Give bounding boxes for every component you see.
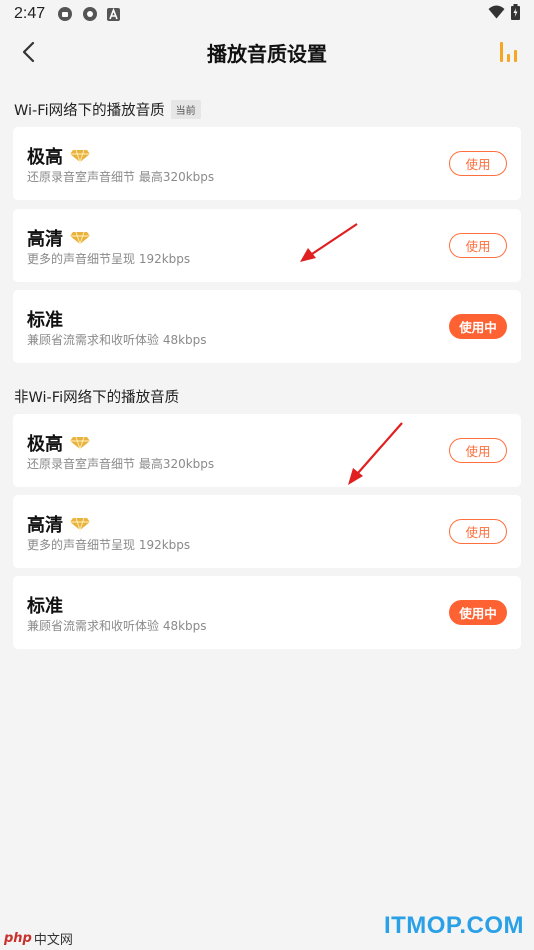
wifi-section-label: Wi-Fi网络下的播放音质 当前 bbox=[14, 99, 201, 120]
watermark-right: ITMOP.COM bbox=[383, 912, 524, 939]
option-name: 标准 bbox=[27, 592, 63, 618]
page-title: 播放音质设置 bbox=[207, 41, 327, 66]
vip-diamond-icon bbox=[69, 231, 91, 245]
option-description: 还原录音室声音细节 最高320kbps bbox=[27, 457, 215, 471]
php-logo: php bbox=[4, 931, 32, 946]
option-name-text: 高清 bbox=[27, 229, 63, 250]
quality-option-wifi-standard[interactable]: 标准 兼顾省流需求和收听体验 48kbps 使用中 bbox=[13, 290, 521, 363]
option-name-text: 标准 bbox=[27, 310, 63, 331]
option-name: 高清 bbox=[27, 225, 91, 251]
quality-option-mobile-high[interactable]: 极高 还原录音室声音细节 最高320kbps 使用 bbox=[13, 414, 521, 487]
option-name-text: 高清 bbox=[27, 515, 63, 536]
status-bar: 2:47 bbox=[0, 0, 534, 28]
vip-diamond-icon bbox=[69, 149, 91, 163]
quality-option-wifi-high[interactable]: 极高 还原录音室声音细节 最高320kbps 使用 bbox=[13, 127, 521, 200]
annotation-arrow-icon bbox=[348, 422, 403, 485]
app-notification-icon bbox=[57, 6, 73, 22]
top-app-bar: 播放音质设置 bbox=[0, 28, 534, 76]
use-button[interactable]: 使用 bbox=[449, 233, 507, 258]
option-description: 还原录音室声音细节 最高320kbps bbox=[27, 170, 215, 184]
quality-option-mobile-standard[interactable]: 标准 兼顾省流需求和收听体验 48kbps 使用中 bbox=[13, 576, 521, 649]
option-description: 兼顾省流需求和收听体验 48kbps bbox=[27, 619, 207, 633]
use-button[interactable]: 使用 bbox=[449, 438, 507, 463]
back-arrow-icon bbox=[22, 41, 35, 63]
use-button[interactable]: 使用 bbox=[449, 151, 507, 176]
vip-diamond-icon bbox=[69, 436, 91, 450]
nonwifi-section-label: 非Wi-Fi网络下的播放音质 bbox=[14, 386, 179, 407]
watermark-left: php 中文网 bbox=[4, 929, 73, 948]
option-name-text: 极高 bbox=[27, 147, 63, 168]
nonwifi-section-title: 非Wi-Fi网络下的播放音质 bbox=[14, 390, 180, 406]
option-name: 极高 bbox=[27, 430, 91, 456]
option-name-text: 极高 bbox=[27, 434, 63, 455]
equalizer-button[interactable] bbox=[494, 38, 522, 66]
equalizer-bar bbox=[513, 50, 517, 62]
back-button[interactable] bbox=[14, 38, 42, 66]
watermark-left-text: 中文网 bbox=[33, 933, 73, 948]
equalizer-icon bbox=[499, 42, 503, 62]
option-name: 极高 bbox=[27, 143, 91, 169]
in-use-button[interactable]: 使用中 bbox=[449, 314, 507, 339]
vip-diamond-icon bbox=[69, 517, 91, 531]
quality-option-mobile-hd[interactable]: 高清 更多的声音细节呈现 192kbps 使用 bbox=[13, 495, 521, 568]
annotation-arrow-icon bbox=[300, 223, 358, 262]
in-use-button[interactable]: 使用中 bbox=[449, 600, 507, 625]
quality-option-wifi-hd[interactable]: 高清 更多的声音细节呈现 192kbps 使用 bbox=[13, 209, 521, 282]
option-name-text: 标准 bbox=[27, 596, 63, 617]
equalizer-bar bbox=[506, 54, 510, 62]
option-name: 高清 bbox=[27, 511, 91, 537]
status-time: 2:47 bbox=[14, 5, 46, 22]
shutter-notification-icon bbox=[82, 6, 98, 22]
wifi-section-title: Wi-Fi网络下的播放音质 bbox=[14, 103, 165, 119]
battery-icon bbox=[511, 4, 520, 24]
a-notification-icon bbox=[107, 7, 121, 21]
option-description: 更多的声音细节呈现 192kbps bbox=[27, 538, 191, 552]
current-badge: 当前 bbox=[170, 100, 201, 119]
option-name: 标准 bbox=[27, 306, 63, 332]
option-description: 兼顾省流需求和收听体验 48kbps bbox=[27, 333, 207, 347]
wifi-icon bbox=[488, 5, 505, 23]
use-button[interactable]: 使用 bbox=[449, 519, 507, 544]
option-description: 更多的声音细节呈现 192kbps bbox=[27, 252, 191, 266]
